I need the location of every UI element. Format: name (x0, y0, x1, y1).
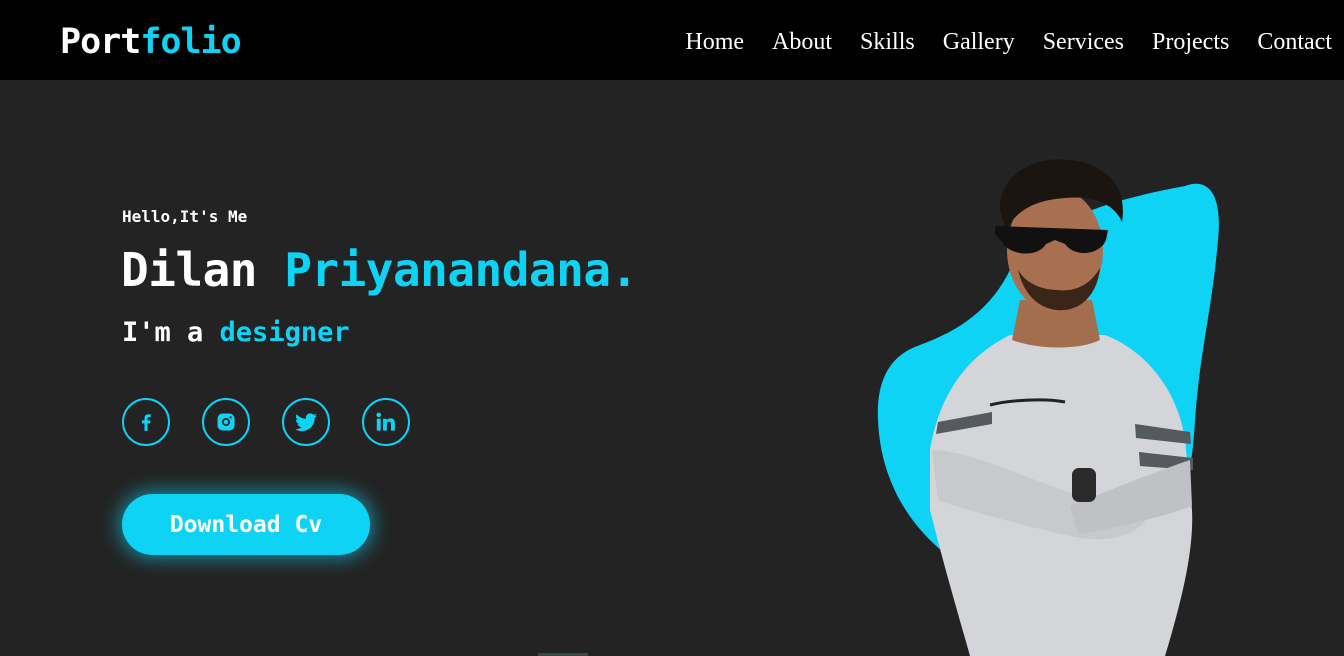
profile-photo (877, 159, 1219, 656)
navbar: Portfolio Home About Skills Gallery Serv… (0, 0, 1344, 80)
nav-menu: Home About Skills Gallery Services Proje… (685, 22, 1332, 62)
first-name: Dilan (121, 243, 257, 297)
role-line: I'm a designer (122, 316, 350, 350)
nav-link-services[interactable]: Services (1043, 22, 1124, 62)
last-name: Priyanandana. (284, 243, 638, 297)
logo[interactable]: Portfolio (60, 20, 242, 64)
greeting-text: Hello,It's Me (122, 207, 248, 226)
nav-link-about[interactable]: About (772, 22, 832, 62)
instagram-icon (217, 413, 235, 431)
logo-text-accent: folio (140, 22, 241, 62)
role-prefix: I'm a (122, 317, 204, 348)
role-text: designer (219, 317, 350, 348)
facebook-icon (141, 414, 151, 431)
hero-name: Dilan Priyanandana. (121, 240, 638, 300)
twitter-link[interactable] (282, 398, 330, 446)
twitter-icon (295, 413, 317, 432)
facebook-link[interactable] (122, 398, 170, 446)
nav-link-home[interactable]: Home (685, 22, 744, 62)
nav-link-gallery[interactable]: Gallery (943, 22, 1015, 62)
nav-link-projects[interactable]: Projects (1152, 22, 1229, 62)
download-cv-button[interactable]: Download Cv (122, 494, 370, 555)
nav-link-contact[interactable]: Contact (1257, 22, 1332, 62)
social-links (122, 398, 410, 446)
hero-section: Hello,It's Me Dilan Priyanandana. I'm a … (0, 80, 1344, 656)
instagram-link[interactable] (202, 398, 250, 446)
logo-text-white: Port (60, 22, 141, 62)
linkedin-icon (376, 412, 395, 431)
linkedin-link[interactable] (362, 398, 410, 446)
nav-link-skills[interactable]: Skills (860, 22, 915, 62)
